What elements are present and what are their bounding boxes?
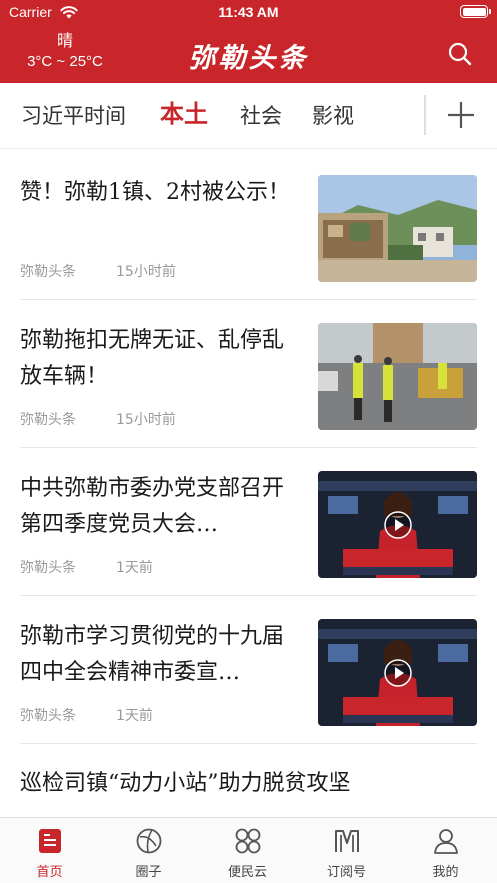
home-icon bbox=[39, 829, 61, 853]
news-item[interactable]: 赞！弥勒1镇、2村被公示！ 弥勒头条 15小时前 bbox=[0, 150, 497, 298]
tab-film[interactable]: 影视 bbox=[312, 102, 354, 130]
tabbar-circle[interactable]: 圈子 bbox=[99, 818, 198, 883]
news-title: 赞！弥勒1镇、2村被公示！ bbox=[20, 180, 290, 205]
status-bar: Carrier 11:43 AM bbox=[0, 0, 497, 26]
news-video-thumbnail bbox=[318, 471, 477, 578]
services-icon bbox=[235, 828, 261, 854]
news-source: 弥勒头条 bbox=[20, 264, 76, 280]
status-time: 11:43 AM bbox=[218, 4, 279, 20]
tabbar-profile[interactable]: 我的 bbox=[396, 818, 495, 883]
tabbar-label: 首页 bbox=[36, 865, 63, 880]
news-thumbnail bbox=[318, 175, 477, 282]
tabbar-services[interactable]: 便民云 bbox=[198, 818, 297, 883]
news-meta: 弥勒头条 15小时前 bbox=[20, 409, 176, 429]
news-title-partial[interactable]: 巡检司镇“动力小站”助力脱贫攻坚 bbox=[20, 766, 490, 802]
subscription-icon bbox=[335, 830, 359, 852]
news-time: 15小时前 bbox=[116, 412, 176, 428]
play-icon[interactable] bbox=[384, 511, 412, 539]
app-header: Carrier 11:43 AM 晴 3°C ~ 25°C 弥勒头条 bbox=[0, 0, 497, 83]
news-meta: 弥勒头条 15小时前 bbox=[20, 261, 176, 281]
news-meta: 弥勒头条 1天前 bbox=[20, 705, 153, 725]
news-time: 1天前 bbox=[116, 560, 153, 576]
battery-icon bbox=[460, 5, 491, 18]
news-source: 弥勒头条 bbox=[20, 412, 76, 428]
news-item[interactable]: 弥勒市学习贯彻党的十九届四中全会精神市委宣… 弥勒头条 1天前 bbox=[0, 594, 497, 742]
news-time: 1天前 bbox=[116, 708, 153, 724]
news-source: 弥勒头条 bbox=[20, 708, 76, 724]
news-item[interactable]: 弥勒拖扣无牌无证、乱停乱放车辆！ 弥勒头条 15小时前 bbox=[0, 298, 497, 446]
circle-icon bbox=[136, 828, 162, 854]
news-item[interactable]: 中共弥勒市委办党支部召开第四季度党员大会… 弥勒头条 1天前 bbox=[0, 446, 497, 594]
news-time: 15小时前 bbox=[116, 264, 176, 280]
news-title: 弥勒拖扣无牌无证、乱停乱放车辆！ bbox=[20, 328, 285, 389]
news-video-thumbnail bbox=[318, 619, 477, 726]
news-thumbnail bbox=[318, 323, 477, 430]
profile-icon bbox=[434, 829, 458, 854]
news-title: 中共弥勒市委办党支部召开第四季度党员大会… bbox=[20, 476, 285, 537]
bottom-tab-bar: 首页 圈子 便民云 订阅号 我的 bbox=[0, 817, 497, 883]
tabs-scroll-shadow bbox=[424, 95, 427, 135]
news-source: 弥勒头条 bbox=[20, 560, 76, 576]
divider bbox=[20, 743, 477, 744]
news-title: 弥勒市学习贯彻党的十九届四中全会精神市委宣… bbox=[20, 624, 285, 685]
news-meta: 弥勒头条 1天前 bbox=[20, 557, 153, 577]
tabbar-label: 订阅号 bbox=[326, 865, 366, 880]
tabbar-label: 我的 bbox=[432, 865, 459, 880]
tabbar-subscription[interactable]: 订阅号 bbox=[297, 818, 396, 883]
app-title: 弥勒头条 bbox=[188, 43, 309, 74]
tab-local[interactable]: 本土 bbox=[160, 100, 208, 128]
tabbar-label: 便民云 bbox=[227, 865, 267, 880]
tab-society[interactable]: 社会 bbox=[240, 102, 282, 130]
tabbar-label: 圈子 bbox=[135, 865, 162, 880]
add-channel-icon[interactable] bbox=[443, 97, 479, 133]
play-icon[interactable] bbox=[384, 659, 412, 687]
tab-xi-time[interactable]: 习近平时间 bbox=[21, 102, 126, 130]
search-icon[interactable] bbox=[446, 40, 474, 68]
tabbar-home[interactable]: 首页 bbox=[0, 818, 99, 883]
channel-tabs: 习近平时间 本土 社会 影视 bbox=[0, 83, 497, 149]
